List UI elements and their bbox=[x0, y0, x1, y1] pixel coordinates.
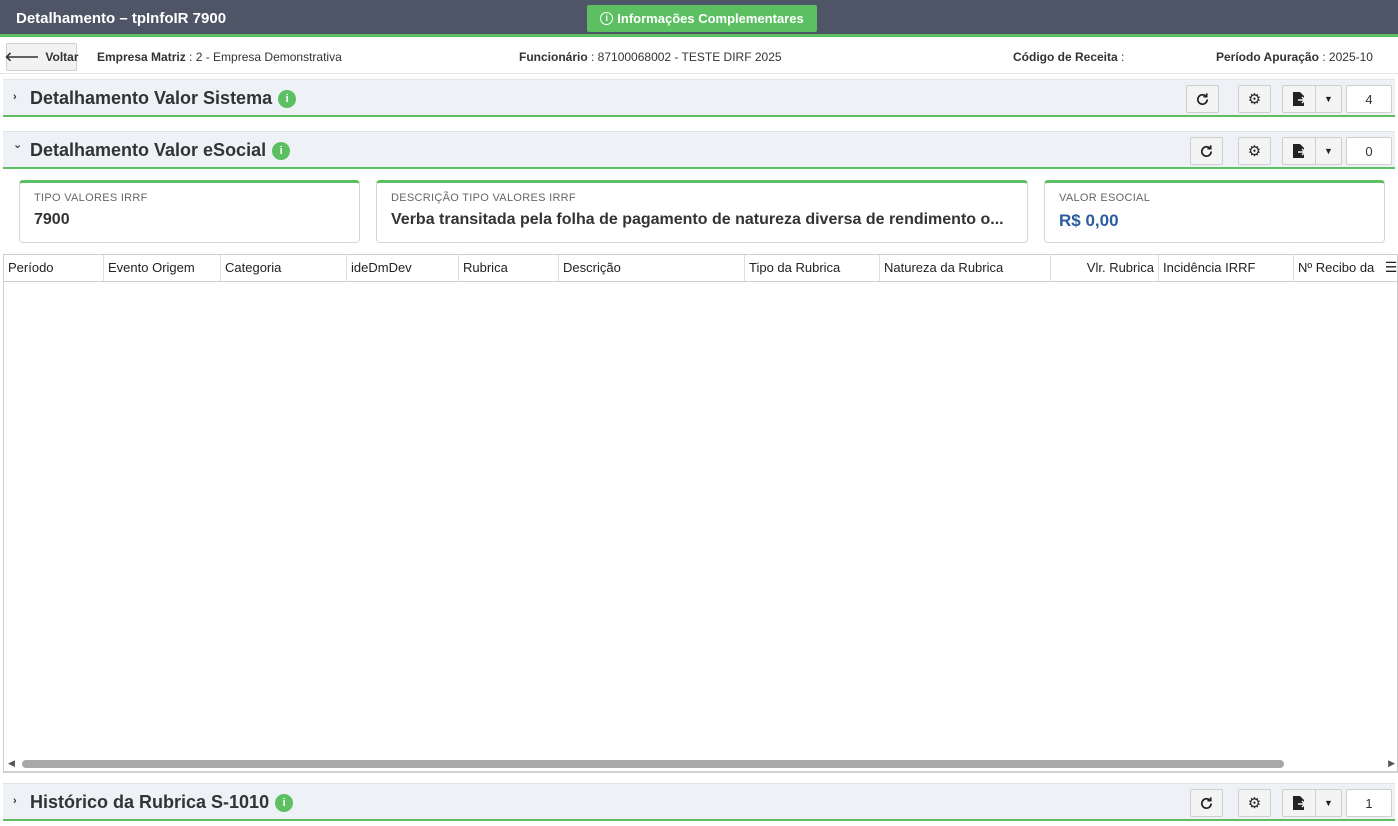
refresh-icon bbox=[1201, 796, 1213, 809]
info-icon[interactable]: i bbox=[275, 794, 294, 812]
funcionario-label: Funcionário bbox=[519, 50, 588, 64]
column-header[interactable]: Descrição bbox=[559, 255, 745, 281]
export-dropdown-button[interactable]: ▼ bbox=[1315, 137, 1342, 165]
scroll-left-icon[interactable]: ◀ bbox=[8, 757, 15, 769]
chevron-right-icon[interactable]: › bbox=[13, 795, 17, 807]
scroll-right-icon[interactable]: ▶ bbox=[1388, 757, 1395, 769]
settings-button[interactable]: ⚙ bbox=[1238, 789, 1271, 817]
context-bar: 🡐 Voltar Empresa Matriz : 2 - Empresa De… bbox=[0, 40, 1398, 74]
column-header[interactable]: Categoria bbox=[221, 255, 347, 281]
grid-header: Período Evento Origem Categoria ideDmDev… bbox=[4, 255, 1397, 282]
codigo-receita-value: : bbox=[1121, 50, 1125, 64]
section-valor-sistema[interactable]: › Detalhamento Valor Sistema i ⚙ ▼ 4 bbox=[3, 79, 1395, 117]
esocial-data-grid: Período Evento Origem Categoria ideDmDev… bbox=[3, 254, 1398, 773]
export-button[interactable] bbox=[1282, 85, 1315, 113]
export-button[interactable] bbox=[1282, 789, 1315, 817]
section-title-text: Detalhamento Valor Sistema bbox=[30, 88, 273, 108]
info-button-label: Informações Complementares bbox=[617, 11, 804, 26]
refresh-icon bbox=[1197, 92, 1209, 105]
export-dropdown-button[interactable]: ▼ bbox=[1315, 85, 1342, 113]
tipo-valores-label: TIPO VALORES IRRF bbox=[34, 192, 148, 204]
record-count: 0 bbox=[1346, 137, 1392, 165]
empresa-info: Empresa Matriz : 2 - Empresa Demonstrati… bbox=[97, 50, 342, 64]
caret-down-icon: ▼ bbox=[1324, 94, 1333, 104]
scrollbar-thumb[interactable] bbox=[22, 760, 1284, 768]
empresa-label: Empresa Matriz bbox=[97, 50, 186, 64]
back-button-label: Voltar bbox=[45, 50, 79, 64]
gear-icon: ⚙ bbox=[1247, 143, 1262, 160]
settings-button[interactable]: ⚙ bbox=[1238, 85, 1271, 113]
periodo-value: : 2025-10 bbox=[1322, 50, 1373, 64]
gear-icon: ⚙ bbox=[1247, 795, 1262, 812]
column-header[interactable]: Nº Recibo da bbox=[1294, 255, 1383, 281]
column-header[interactable]: Evento Origem bbox=[104, 255, 221, 281]
section-title: Histórico da Rubrica S-1010 i bbox=[30, 792, 294, 813]
section-historico-rubrica[interactable]: › Histórico da Rubrica S-1010 i ⚙ ▼ 1 bbox=[3, 783, 1395, 821]
section-title: Detalhamento Valor eSocial i bbox=[30, 140, 291, 161]
record-count: 4 bbox=[1346, 85, 1392, 113]
refresh-icon bbox=[1201, 144, 1213, 157]
section-title-text: Detalhamento Valor eSocial bbox=[30, 140, 267, 160]
empresa-value: : 2 - Empresa Demonstrativa bbox=[189, 50, 342, 64]
column-header[interactable]: Incidência IRRF bbox=[1159, 255, 1294, 281]
column-header[interactable]: Vlr. Rubrica bbox=[1051, 255, 1159, 281]
caret-down-icon: ▼ bbox=[1324, 146, 1333, 156]
descricao-tipo-card: DESCRIÇÃO TIPO VALORES IRRF Verba transi… bbox=[376, 180, 1028, 243]
back-button[interactable]: 🡐 Voltar bbox=[4, 43, 79, 71]
section-title: Detalhamento Valor Sistema i bbox=[30, 88, 297, 109]
record-count: 1 bbox=[1346, 789, 1392, 817]
tipo-valores-card: TIPO VALORES IRRF 7900 bbox=[19, 180, 360, 243]
section-valor-esocial[interactable]: ⌄ Detalhamento Valor eSocial i ⚙ ▼ 0 bbox=[3, 131, 1395, 169]
settings-button[interactable]: ⚙ bbox=[1238, 137, 1271, 165]
column-header[interactable]: Tipo da Rubrica bbox=[745, 255, 880, 281]
valor-esocial-card: VALOR ESOCIAL R$ 0,00 bbox=[1044, 180, 1385, 243]
menu-icon[interactable]: ☰ bbox=[1383, 255, 1397, 281]
tipo-valores-value: 7900 bbox=[34, 211, 70, 228]
periodo-info: Período Apuração : 2025-10 bbox=[1216, 50, 1373, 64]
refresh-button[interactable] bbox=[1190, 137, 1223, 165]
refresh-button[interactable] bbox=[1190, 789, 1223, 817]
valor-esocial-value: R$ 0,00 bbox=[1059, 211, 1119, 230]
top-header: Detalhamento – tpInfoIR 7900 i Informaçõ… bbox=[0, 0, 1398, 37]
funcionario-value: : 87100068002 - TESTE DIRF 2025 bbox=[591, 50, 782, 64]
arrow-left-icon: 🡐 bbox=[4, 49, 40, 64]
column-header[interactable]: Período bbox=[4, 255, 104, 281]
info-complementares-button[interactable]: i Informações Complementares bbox=[587, 5, 817, 32]
column-header[interactable]: ideDmDev bbox=[347, 255, 459, 281]
export-file-icon bbox=[1293, 144, 1306, 158]
descricao-tipo-label: DESCRIÇÃO TIPO VALORES IRRF bbox=[391, 192, 576, 204]
page-title: Detalhamento – tpInfoIR 7900 bbox=[16, 10, 227, 27]
codigo-receita-info: Código de Receita : bbox=[1013, 50, 1124, 64]
caret-down-icon: ▼ bbox=[1324, 798, 1333, 808]
info-icon[interactable]: i bbox=[278, 90, 297, 108]
gear-icon: ⚙ bbox=[1247, 91, 1262, 108]
export-file-icon bbox=[1293, 92, 1306, 106]
export-button[interactable] bbox=[1282, 137, 1315, 165]
info-icon[interactable]: i bbox=[272, 142, 291, 160]
chevron-down-icon[interactable]: ⌄ bbox=[13, 138, 22, 151]
export-dropdown-button[interactable]: ▼ bbox=[1315, 789, 1342, 817]
descricao-tipo-value: Verba transitada pela folha de pagamento… bbox=[391, 211, 1004, 228]
funcionario-info: Funcionário : 87100068002 - TESTE DIRF 2… bbox=[519, 50, 782, 64]
section-title-text: Histórico da Rubrica S-1010 bbox=[30, 792, 270, 812]
column-header[interactable]: Rubrica bbox=[459, 255, 559, 281]
chevron-right-icon[interactable]: › bbox=[13, 91, 17, 103]
periodo-label: Período Apuração bbox=[1216, 50, 1319, 64]
valor-esocial-label: VALOR ESOCIAL bbox=[1059, 192, 1151, 204]
info-icon: i bbox=[600, 12, 614, 25]
horizontal-scrollbar[interactable]: ◀ ▶ bbox=[4, 757, 1397, 769]
refresh-button[interactable] bbox=[1186, 85, 1219, 113]
column-header[interactable]: Natureza da Rubrica bbox=[880, 255, 1051, 281]
codigo-receita-label: Código de Receita bbox=[1013, 50, 1118, 64]
export-file-icon bbox=[1293, 796, 1306, 810]
